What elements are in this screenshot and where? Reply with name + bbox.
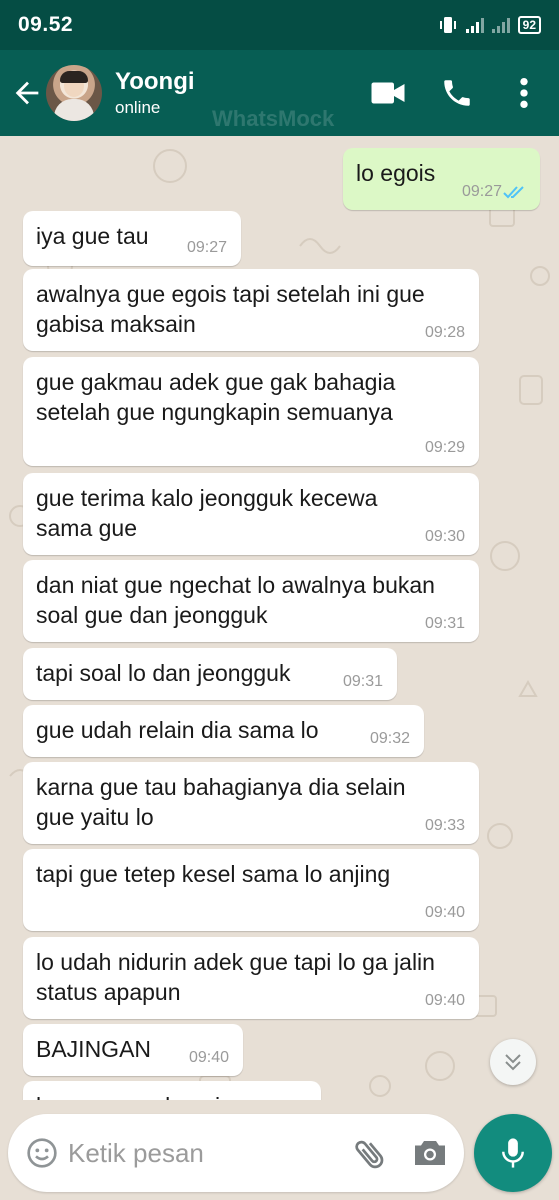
camera-icon[interactable] <box>412 1138 448 1168</box>
voice-call-icon[interactable] <box>440 76 474 110</box>
message-text: tapi gue tetep kesel sama lo anjing <box>36 861 391 887</box>
message-text: gue gakmau adek gue gak bahagia setelah … <box>36 369 396 425</box>
message-bubble-incoming[interactable]: iya gue tau 09:27 <box>23 211 241 266</box>
message-bubble-incoming[interactable]: lo cowo apa banci <box>23 1081 321 1100</box>
video-call-icon[interactable] <box>370 78 406 108</box>
message-text: karna gue tau bahagianya dia selain gue … <box>36 774 406 830</box>
message-time: 09:40 <box>188 1049 229 1066</box>
message-time: 09:32 <box>369 730 410 747</box>
message-time: 09:27 <box>461 183 502 200</box>
message-text: dan niat gue ngechat lo awalnya bukan so… <box>36 572 435 628</box>
battery-icon: 92 <box>517 16 541 34</box>
double-chevron-down-icon <box>505 1054 521 1071</box>
message-bubble-incoming[interactable]: awalnya gue egois tapi setelah ini gue g… <box>23 269 479 351</box>
message-text: gue terima kalo jeongguk kecewa sama gue <box>36 485 378 541</box>
signal-icon <box>465 17 484 33</box>
message-time: 09:29 <box>424 439 465 456</box>
message-bubble-incoming[interactable]: tapi gue tetep kesel sama lo anjing 09:4… <box>23 849 479 931</box>
chat-area[interactable]: lo egois 09:27 iya gue tau 09:27 awalnya… <box>0 136 559 1100</box>
message-text: gue udah relain dia sama lo <box>36 717 319 743</box>
status-icons: 92 <box>438 15 541 35</box>
message-bubble-incoming[interactable]: lo udah nidurin adek gue tapi lo ga jali… <box>23 937 479 1019</box>
message-time: 09:33 <box>424 817 465 834</box>
attach-icon[interactable] <box>354 1134 388 1172</box>
message-text: lo udah nidurin adek gue tapi lo ga jali… <box>36 949 435 1005</box>
more-options-icon[interactable] <box>512 76 536 110</box>
chat-header: Yoongi online WhatsMock <box>0 50 559 136</box>
watermark-text: WhatsMock <box>212 106 335 131</box>
contact-name[interactable]: Yoongi <box>115 68 195 96</box>
vibrate-icon <box>439 17 456 33</box>
contact-status: online <box>115 98 161 117</box>
message-text: awalnya gue egois tapi setelah ini gue g… <box>36 281 425 337</box>
message-bubble-incoming[interactable]: gue terima kalo jeongguk kecewa sama gue… <box>23 473 479 555</box>
message-time: 09:31 <box>342 673 383 690</box>
message-bubble-outgoing[interactable]: lo egois 09:27 <box>343 148 540 210</box>
message-input-placeholder: Ketik pesan <box>68 1138 204 1168</box>
message-text: tapi soal lo dan jeongguk <box>36 660 291 686</box>
message-bubble-incoming[interactable]: gue udah relain dia sama lo 09:32 <box>23 705 424 757</box>
message-time: 09:31 <box>424 615 465 632</box>
message-time: 09:40 <box>424 992 465 1009</box>
message-text: lo cowo apa banci <box>36 1091 307 1100</box>
message-time: 09:40 <box>424 904 465 921</box>
message-input[interactable]: Ketik pesan <box>8 1114 464 1192</box>
message-bubble-incoming[interactable]: dan niat gue ngechat lo awalnya bukan so… <box>23 560 479 642</box>
message-time: 09:30 <box>424 528 465 545</box>
avatar[interactable] <box>46 65 102 121</box>
signal-icon-2 <box>491 17 510 33</box>
scroll-down-button[interactable] <box>490 1039 536 1085</box>
message-time: 09:27 <box>186 239 227 256</box>
status-bar: 09.52 92 <box>0 0 559 50</box>
message-bubble-incoming[interactable]: karna gue tau bahagianya dia selain gue … <box>23 762 479 844</box>
message-bubble-incoming[interactable]: BAJINGAN 09:40 <box>23 1024 243 1076</box>
mic-icon <box>502 1138 524 1168</box>
message-bubble-incoming[interactable]: tapi soal lo dan jeongguk 09:31 <box>23 648 397 700</box>
read-receipt-icon <box>503 186 524 199</box>
mic-button[interactable] <box>474 1114 552 1192</box>
back-arrow-icon[interactable] <box>10 76 44 110</box>
emoji-icon[interactable] <box>26 1137 58 1169</box>
composer-bar: Ketik pesan <box>0 1100 559 1200</box>
message-time: 09:28 <box>424 324 465 341</box>
status-time: 09.52 <box>18 13 74 36</box>
message-bubble-incoming[interactable]: gue gakmau adek gue gak bahagia setelah … <box>23 357 479 466</box>
